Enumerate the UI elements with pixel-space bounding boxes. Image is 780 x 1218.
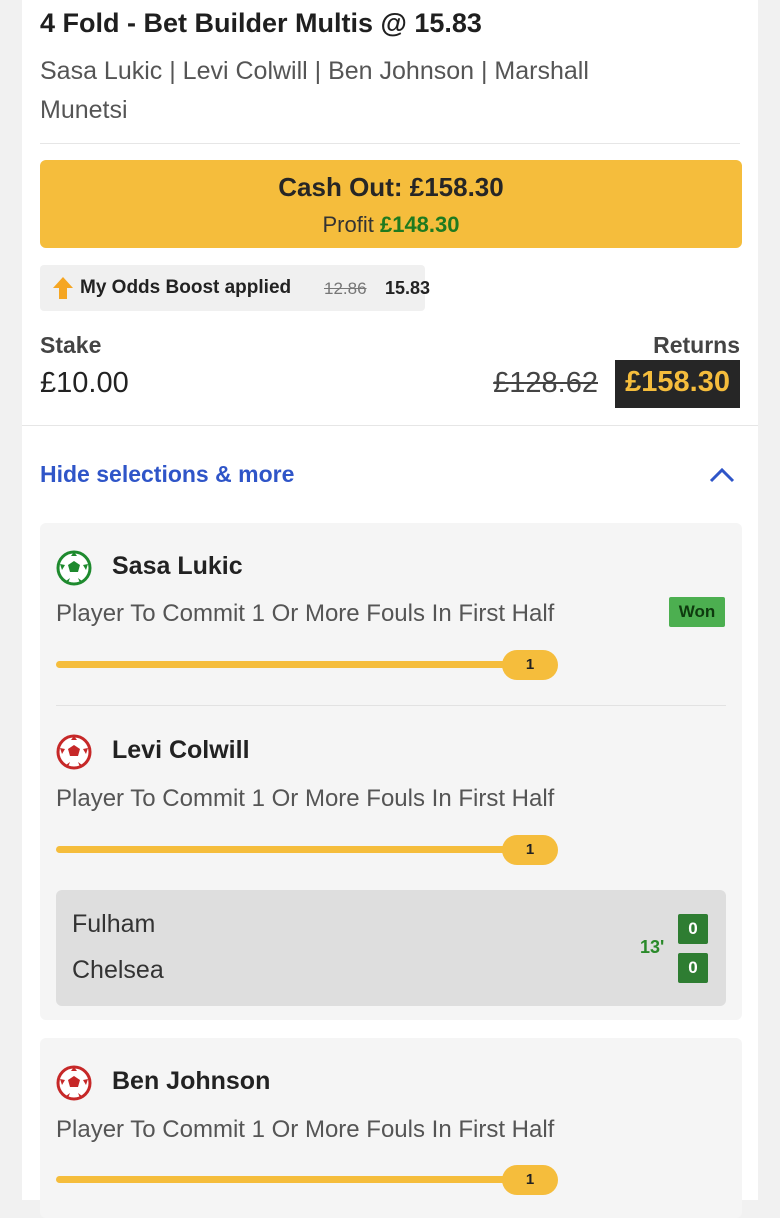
home-team: Fulham [72,910,156,938]
football-icon [56,550,92,586]
stake-label: Stake [40,332,102,358]
arrow-up-icon [53,277,73,299]
player-name: Levi Colwill [112,736,250,764]
odds-boost-new: 15.83 [385,278,431,298]
profit-label: Profit [322,212,374,237]
returns-value: £158.30 [615,360,740,408]
odds-boost-label: My Odds Boost applied [80,277,292,298]
progress-pill: 1 [502,1165,558,1195]
stake-value: £10.00 [40,367,129,399]
progress-track [56,846,514,853]
football-icon [56,734,92,770]
live-score-box[interactable]: Fulham Chelsea 13' 0 0 [56,890,726,1006]
cash-out-label: Cash Out: £158.30 [278,172,504,202]
bet-players: Sasa Lukic | Levi Colwill | Ben Johnson … [40,57,589,124]
divider [56,705,726,706]
bet-title: 4 Fold - Bet Builder Multis @ 15.83 [40,8,482,38]
selections-panel: Ben Johnson Player To Commit 1 Or More F… [40,1038,742,1218]
home-score: 0 [678,914,708,944]
progress-track [56,661,514,668]
odds-boost-old: 12.86 [324,279,367,298]
returns-old-value: £128.62 [493,367,598,399]
market-name: Player To Commit 1 Or More Fouls In Firs… [56,600,555,627]
bet-card: 4 Fold - Bet Builder Multis @ 15.83 Sasa… [22,0,758,1218]
player-name: Ben Johnson [112,1067,271,1095]
odds-boost-badge: My Odds Boost applied 12.86 15.83 [40,265,430,311]
hide-selections-link[interactable]: Hide selections & more [40,461,294,488]
profit-value: £148.30 [379,212,460,237]
market-name: Player To Commit 1 Or More Fouls In Firs… [56,785,555,812]
chevron-up-icon[interactable] [708,466,736,484]
match-minute: 13' [640,937,665,957]
returns-label: Returns [653,332,740,358]
won-badge: Won [669,597,725,627]
profit-row: Profit £148.30 [40,212,742,238]
away-team: Chelsea [72,956,164,984]
divider [22,425,758,426]
progress-pill: 1 [502,835,558,865]
player-name: Sasa Lukic [112,552,243,580]
football-icon [56,1065,92,1101]
progress-track [56,1176,514,1183]
cash-out-button[interactable]: Cash Out: £158.30 Profit £148.30 [40,160,742,248]
market-name: Player To Commit 1 Or More Fouls In Firs… [56,1116,555,1143]
progress-pill: 1 [502,650,558,680]
selections-panel: Sasa Lukic Player To Commit 1 Or More Fo… [40,523,742,1020]
divider [40,143,740,144]
away-score: 0 [678,953,708,983]
